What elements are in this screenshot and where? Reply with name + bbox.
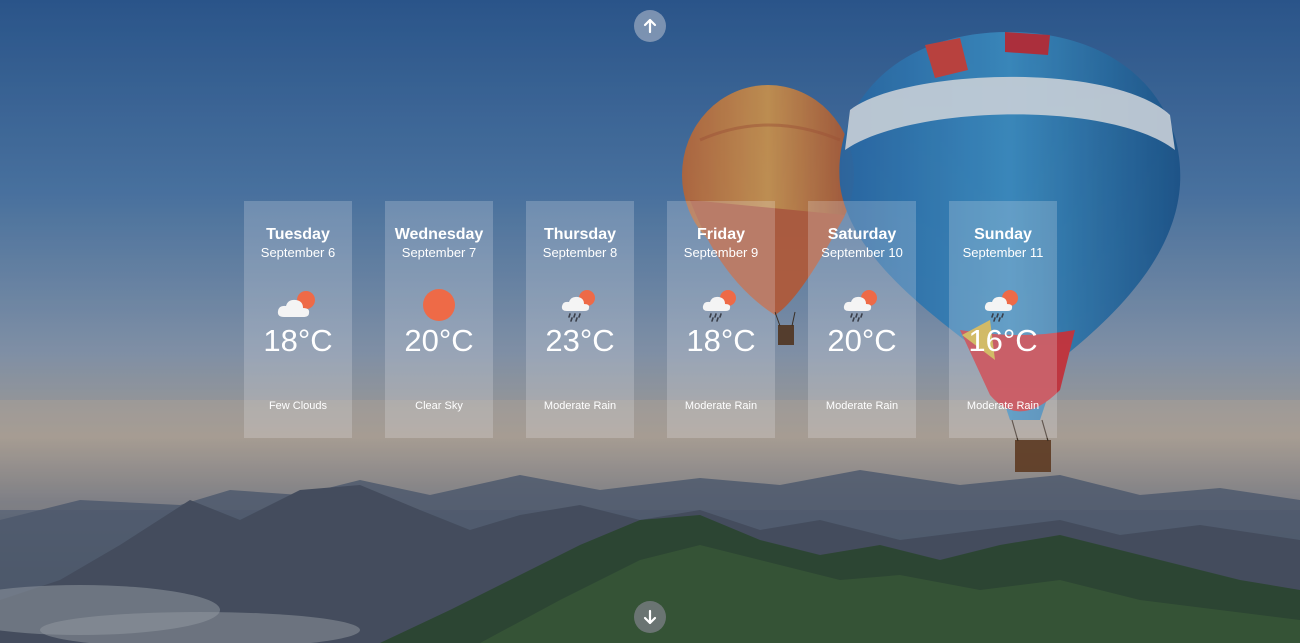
arrow-down-icon (643, 609, 657, 625)
day-name: Sunday (974, 226, 1032, 243)
day-date: September 6 (260, 245, 336, 260)
rain-sun-icon (949, 287, 1057, 323)
forecast-card-friday[interactable]: Friday September 9 18°C Moderate Rain (667, 201, 775, 438)
weather-description: Moderate Rain (825, 400, 899, 412)
temperature: 16°C (968, 323, 1038, 358)
forecast-card-thursday[interactable]: Thursday September 8 23°C Moderate Rain (526, 201, 634, 438)
weather-description: Moderate Rain (966, 400, 1040, 412)
scroll-down-button[interactable] (634, 601, 666, 633)
temperature: 23°C (545, 323, 615, 358)
weather-description: Clear Sky (415, 400, 463, 412)
day-date: September 10 (821, 245, 903, 260)
forecast-card-wednesday[interactable]: Wednesday September 7 20°C Clear Sky (385, 201, 493, 438)
weather-description: Moderate Rain (543, 400, 617, 412)
sun-icon (385, 287, 493, 323)
temperature: 20°C (404, 323, 474, 358)
cloud-sun-icon (244, 287, 352, 323)
temperature: 18°C (263, 323, 333, 358)
rain-sun-icon (526, 287, 634, 323)
forecast-card-saturday[interactable]: Saturday September 10 20°C Moderate Rain (808, 201, 916, 438)
rain-sun-icon (667, 287, 775, 323)
weather-description: Few Clouds (268, 400, 328, 412)
temperature: 20°C (827, 323, 897, 358)
day-name: Saturday (827, 226, 897, 243)
day-date: September 7 (401, 245, 477, 260)
day-name: Friday (696, 226, 745, 243)
temperature: 18°C (686, 323, 756, 358)
forecast-list: Tuesday September 6 18°C Few Clouds Wedn… (244, 201, 1057, 438)
day-name: Tuesday (266, 226, 330, 243)
day-date: September 11 (962, 245, 1044, 260)
arrow-up-icon (643, 18, 657, 34)
scroll-up-button[interactable] (634, 10, 666, 42)
day-date: September 9 (683, 245, 759, 260)
weather-description: Moderate Rain (684, 400, 758, 412)
forecast-card-tuesday[interactable]: Tuesday September 6 18°C Few Clouds (244, 201, 352, 438)
day-name: Thursday (543, 226, 616, 243)
day-date: September 8 (542, 245, 618, 260)
weather-page: Tuesday September 6 18°C Few Clouds Wedn… (0, 0, 1300, 643)
rain-sun-icon (808, 287, 916, 323)
forecast-card-sunday[interactable]: Sunday September 11 16°C Moderate Rain (949, 201, 1057, 438)
day-name: Wednesday (394, 226, 484, 243)
